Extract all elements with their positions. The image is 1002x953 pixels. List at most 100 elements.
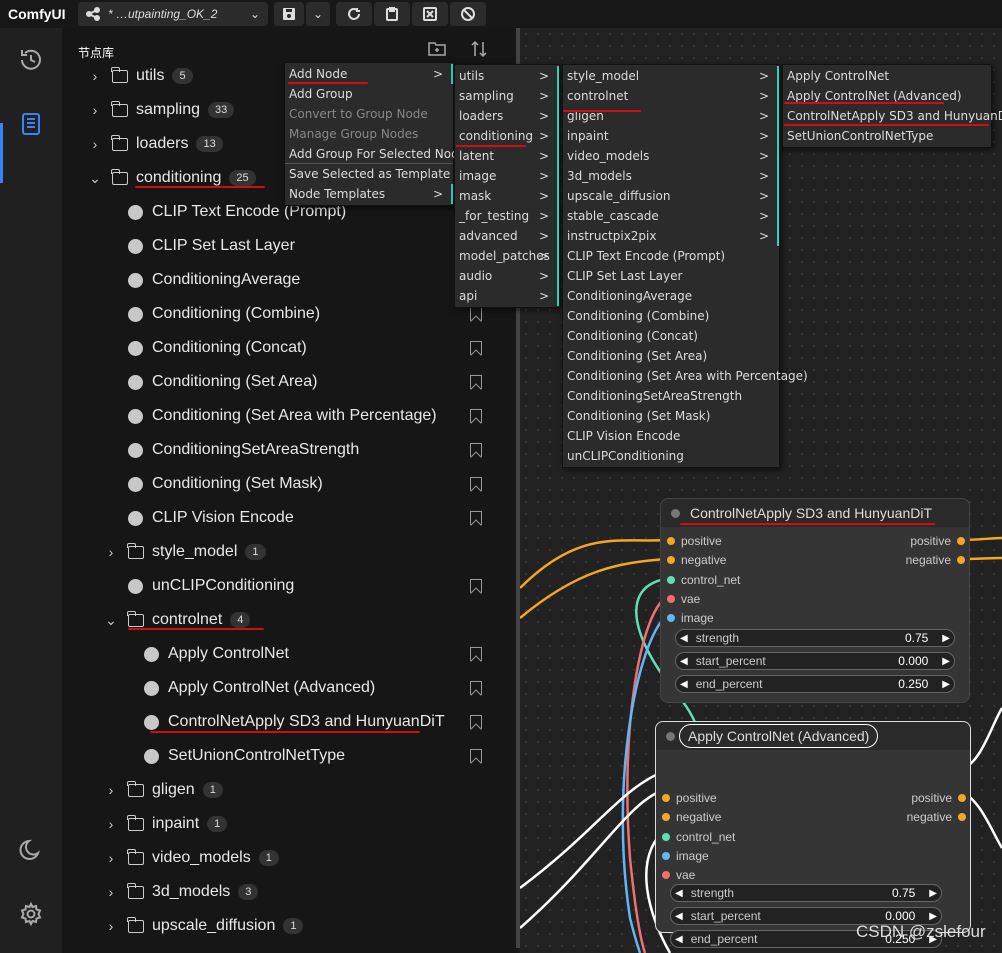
node-collapse-dot[interactable] [666,731,675,741]
folder-item-0[interactable]: › utils 5 [86,61,193,91]
folder-item-22[interactable]: › inpaint 1 [102,809,228,839]
save-menu-button[interactable]: ⌄ [306,2,330,26]
node-item-5[interactable]: CLIP Set Last Layer [128,231,295,261]
output-slot-1[interactable]: negative [907,809,966,825]
folder-item-2[interactable]: › loaders 13 [86,129,223,159]
menu3-item-10[interactable]: CLIP Set Last Layer [563,266,779,286]
bookmark-icon[interactable] [470,647,482,661]
node-item-8[interactable]: Conditioning (Concat) [128,333,307,363]
slot-dot-icon[interactable] [667,614,675,623]
menu3-item-12[interactable]: Conditioning (Combine) [563,306,779,326]
node-item-9[interactable]: Conditioning (Set Area) [128,367,317,397]
bookmark-icon[interactable] [470,375,482,389]
bookmark-icon[interactable] [470,477,482,491]
decrement-arrow-icon[interactable]: ◀ [671,911,687,922]
chevron-down-icon[interactable]: ⌄ [102,612,120,629]
menu2-item-1[interactable]: sampling > [455,86,559,106]
menu2-item-11[interactable]: api > [455,286,559,306]
input-slot-4[interactable]: vae [662,867,695,883]
chevron-down-icon[interactable]: ⌄ [86,170,104,187]
widget-strength[interactable]: ◀ strength 0.75 ▶ [670,884,942,902]
menu2-item-6[interactable]: mask > [455,186,559,206]
chevron-right-icon[interactable]: › [102,918,120,934]
menu3-item-3[interactable]: inpaint > [563,126,779,146]
bookmark-icon[interactable] [470,409,482,423]
folder-item-23[interactable]: › video_models 1 [102,843,279,873]
menu3-item-8[interactable]: instructpix2pix > [563,226,779,246]
menu3-item-7[interactable]: stable_cascade > [563,206,779,226]
save-button[interactable] [274,2,304,26]
widget-start-percent[interactable]: ◀ start_percent 0.000 ▶ [675,652,955,670]
folder-item-24[interactable]: › 3d_models 3 [102,877,259,907]
menu1-item-4[interactable]: Add Group For Selected Nodes [285,144,472,164]
bookmark-icon[interactable] [470,681,482,695]
node-item-11[interactable]: ConditioningSetAreaStrength [128,435,359,465]
input-slot-1[interactable]: negative [667,552,726,568]
workflow-tab[interactable]: * …utpainting_OK_2 ⌄ [78,2,268,26]
menu3-item-18[interactable]: CLIP Vision Encode [563,426,779,446]
folder-item-3[interactable]: ⌄ conditioning 25 [86,163,256,193]
new-folder-icon[interactable] [428,40,446,56]
bookmark-icon[interactable] [470,579,482,593]
menu2-item-3[interactable]: conditioning > [455,126,559,146]
slot-dot-icon[interactable] [667,556,675,565]
slot-dot-icon[interactable] [667,594,675,603]
bookmark-icon[interactable] [470,749,482,763]
refresh-button[interactable] [336,2,372,26]
menu2-item-8[interactable]: advanced > [455,226,559,246]
increment-arrow-icon[interactable]: ▶ [925,888,941,899]
input-slot-3[interactable]: image [662,848,709,864]
increment-arrow-icon[interactable]: ▶ [938,656,954,667]
menu3-item-17[interactable]: Conditioning (Set Mask) [563,406,779,426]
menu2-item-7[interactable]: _for_testing > [455,206,559,226]
folder-item-25[interactable]: › upscale_diffusion 1 [102,911,304,941]
input-slot-0[interactable]: positive [667,533,722,549]
node-item-7[interactable]: Conditioning (Combine) [128,299,320,329]
input-slot-0[interactable]: positive [662,790,717,806]
menu3-item-16[interactable]: ConditioningSetAreaStrength [563,386,779,406]
node-item-20[interactable]: SetUnionControlNetType [144,741,345,771]
output-slot-0[interactable]: positive [911,790,966,806]
menu2-item-0[interactable]: utils > [455,66,559,86]
menu3-item-4[interactable]: video_models > [563,146,779,166]
chevron-right-icon[interactable]: › [102,544,120,560]
chevron-right-icon[interactable]: › [102,782,120,798]
bookmark-icon[interactable] [470,443,482,457]
input-slot-2[interactable]: control_net [662,829,735,845]
bookmark-icon[interactable] [470,341,482,355]
bookmark-icon[interactable] [470,511,482,525]
node-apply-controlnet-advanced[interactable]: Apply ControlNet (Advanced) positive nega… [655,721,971,948]
menu3-item-15[interactable]: Conditioning (Set Area with Percentage) [563,366,808,386]
node-title-bar[interactable]: Apply ControlNet (Advanced) [656,722,970,750]
node-item-17[interactable]: Apply ControlNet [144,639,289,669]
bookmark-icon[interactable] [470,307,482,321]
chevron-right-icon[interactable]: › [102,816,120,832]
increment-arrow-icon[interactable]: ▶ [938,633,954,644]
menu3-item-14[interactable]: Conditioning (Set Area) [563,346,779,366]
menu4-item-0[interactable]: Apply ControlNet [783,66,991,86]
decrement-arrow-icon[interactable]: ◀ [676,633,692,644]
menu2-item-10[interactable]: audio > [455,266,559,286]
output-slot-0[interactable]: positive [910,533,965,549]
menu4-item-3[interactable]: SetUnionControlNetType [783,126,991,146]
increment-arrow-icon[interactable]: ▶ [925,911,941,922]
folder-item-1[interactable]: › sampling 33 [86,95,235,125]
node-item-6[interactable]: ConditioningAverage [128,265,300,295]
widget-end-percent[interactable]: ◀ end_percent 0.250 ▶ [675,675,955,693]
menu2-item-9[interactable]: model_patches > [455,246,559,266]
menu1-item-1[interactable]: Add Group [285,84,453,104]
menu1-item-0[interactable]: Add Node > [285,64,453,84]
theme-toggle-button[interactable] [15,834,47,866]
node-item-12[interactable]: Conditioning (Set Mask) [128,469,323,499]
menu3-item-19[interactable]: unCLIPConditioning [563,446,779,466]
node-item-15[interactable]: unCLIPConditioning [128,571,294,601]
menu2-item-5[interactable]: image > [455,166,559,186]
chevron-right-icon[interactable]: › [86,102,104,118]
menu3-item-0[interactable]: style_model > [563,66,779,86]
slot-dot-icon[interactable] [662,832,670,841]
slot-dot-icon[interactable] [957,556,965,565]
slot-dot-icon[interactable] [958,813,966,822]
widget-strength[interactable]: ◀ strength 0.75 ▶ [675,629,955,647]
chevron-right-icon[interactable]: › [86,68,104,84]
menu3-item-6[interactable]: upscale_diffusion > [563,186,779,206]
